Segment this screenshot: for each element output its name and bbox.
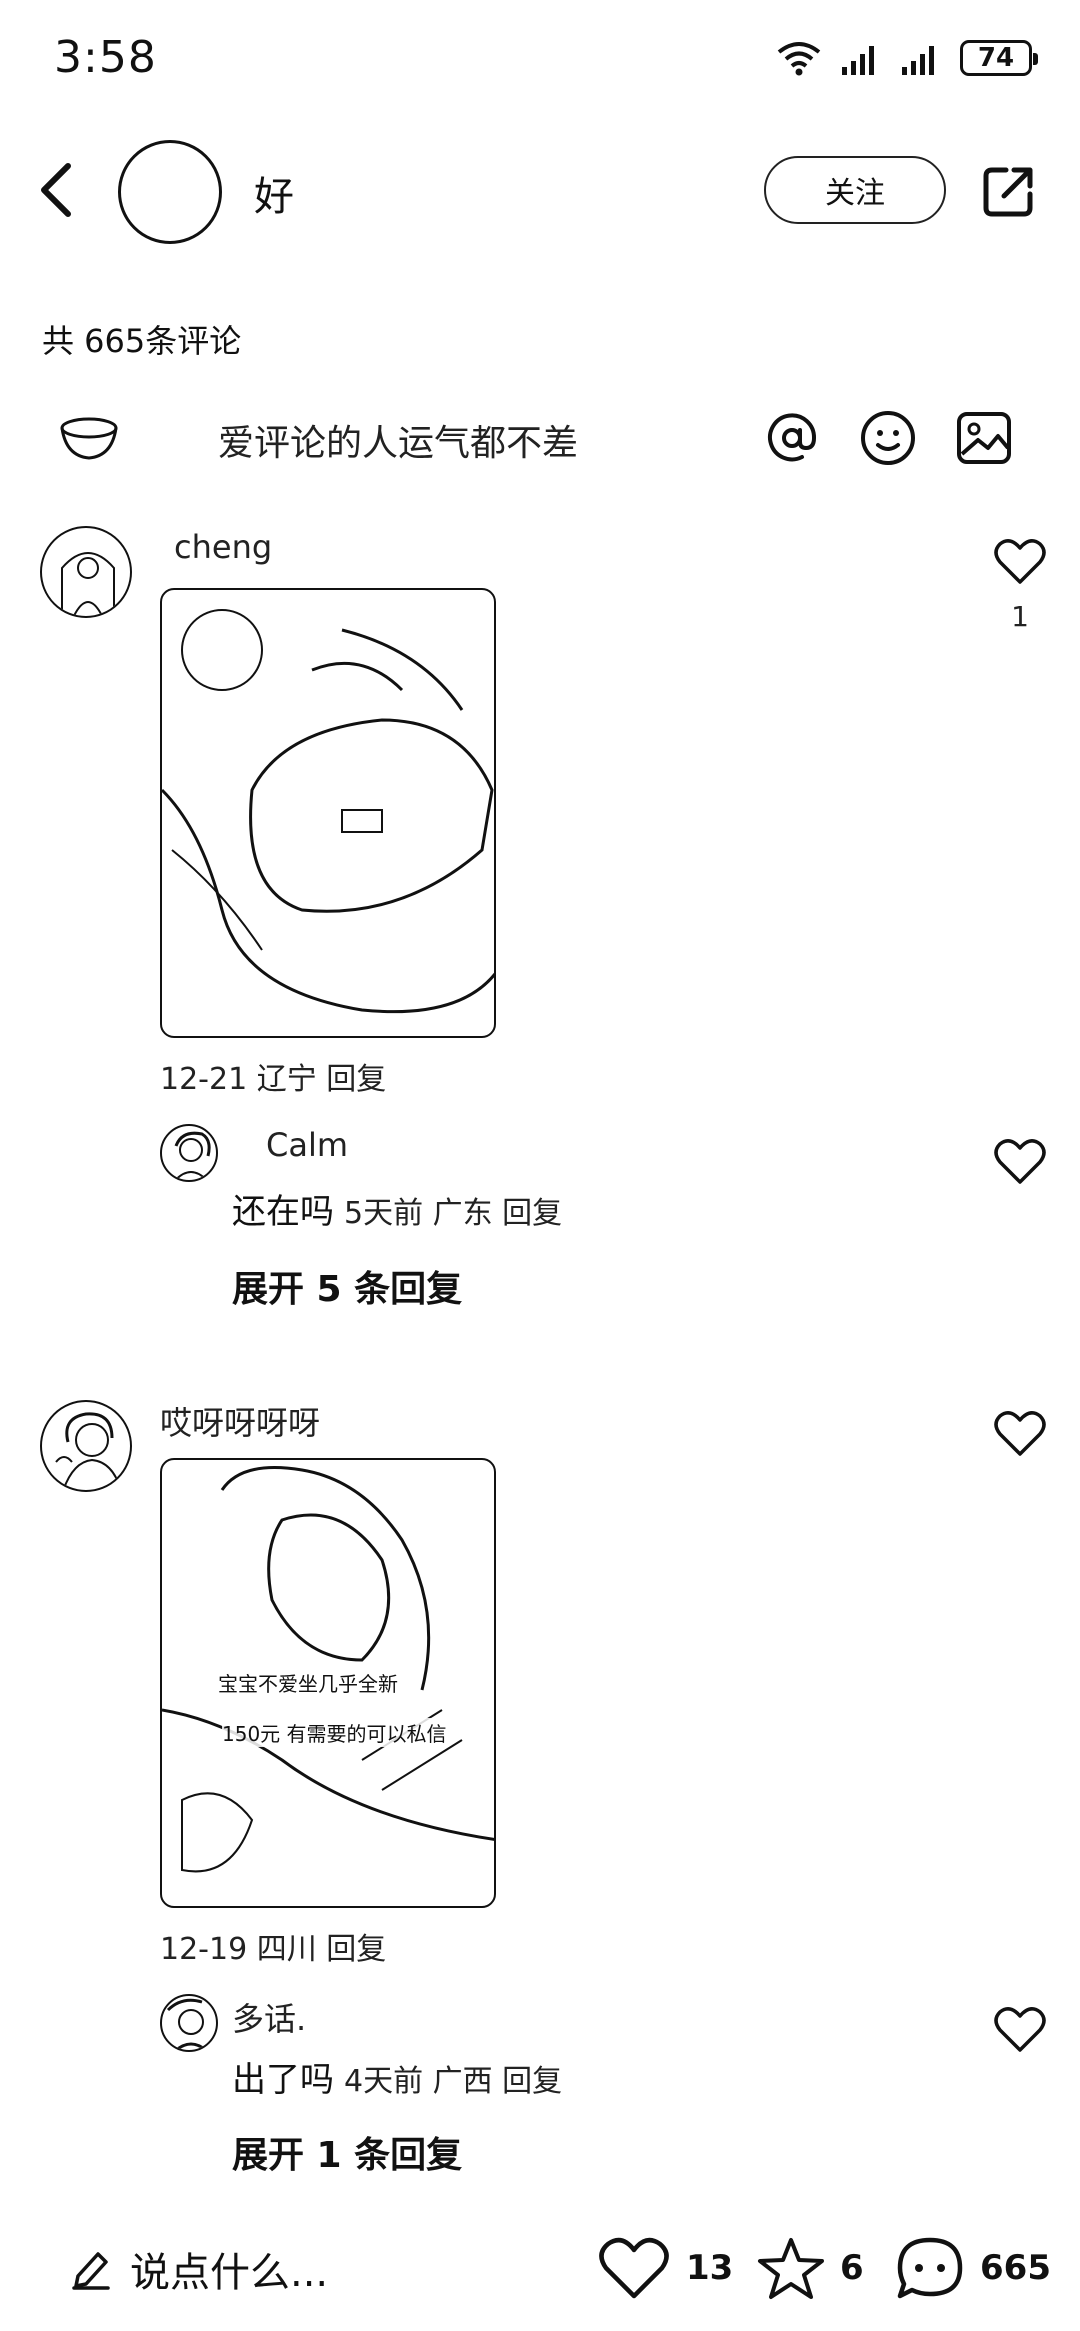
commenter-avatar[interactable] (40, 526, 132, 618)
reply-meta: 5天前 广东 回复 (344, 1196, 563, 1231)
reply-like-heart-icon[interactable] (994, 1138, 1046, 1186)
signal-icon (842, 46, 874, 75)
back-icon[interactable] (36, 160, 76, 220)
reply-like-heart-icon[interactable] (994, 2006, 1046, 2054)
comment-input[interactable]: 爱评论的人运气都不差 (218, 414, 578, 466)
expand-replies-button[interactable]: 展开 5 条回复 (232, 1260, 462, 1312)
like-count: 1 (1011, 600, 1029, 633)
avatar-image (166, 1998, 208, 2050)
status-time: 3:58 (54, 32, 157, 83)
reply-avatar[interactable] (160, 1124, 218, 1182)
comment-total: 共 665条评论 (42, 322, 242, 360)
reply-username[interactable]: Calm (266, 1126, 348, 1164)
avatar-image (174, 1131, 211, 1180)
say-something-input[interactable]: 说点什么... (130, 2240, 328, 2298)
mention-icon[interactable] (762, 408, 822, 468)
author-avatar[interactable] (118, 140, 222, 244)
battery-indicator: 74 (960, 40, 1038, 76)
reply-body[interactable]: 还在吗 5天前 广东 回复 (232, 1184, 562, 1233)
star-icon[interactable] (756, 2236, 826, 2300)
star-total: 6 (840, 2248, 864, 2288)
image-caption: 150元 有需要的可以私信 (222, 1718, 447, 1747)
author-name[interactable]: 好 (254, 164, 294, 222)
reply-text: 还在吗 (232, 1192, 334, 1232)
wifi-icon (777, 42, 821, 76)
commenter-username[interactable]: cheng (174, 528, 272, 566)
comment-meta[interactable]: 12-21 辽宁 回复 (160, 1054, 386, 1098)
stroller-photo (162, 609, 494, 1014)
like-heart-icon[interactable] (994, 1410, 1046, 1458)
expand-replies-button[interactable]: 展开 1 条回复 (232, 2126, 462, 2178)
commenter-username[interactable]: 哎呀呀呀呀 (160, 1398, 320, 1444)
commenter-avatar[interactable] (40, 1400, 132, 1492)
comment-meta[interactable]: 12-19 四川 回复 (160, 1924, 386, 1968)
reply-meta: 4天前 广西 回复 (344, 2064, 563, 2099)
bowl-icon[interactable] (58, 412, 120, 464)
image-icon[interactable] (954, 408, 1014, 468)
image-caption: 宝宝不爱坐几乎全新 (218, 1668, 398, 1697)
status-icons: 74 (776, 40, 1038, 76)
pen-icon[interactable] (70, 2246, 112, 2290)
comment-image[interactable]: 宝宝不爱坐几乎全新 150元 有需要的可以私信 (160, 1458, 496, 1908)
like-heart-icon[interactable] (598, 2236, 670, 2300)
emoji-icon[interactable] (858, 408, 918, 468)
like-heart-icon[interactable] (994, 538, 1046, 586)
reply-text: 出了吗 (232, 2060, 334, 2100)
like-total: 13 (686, 2248, 734, 2288)
comment-total-bottom: 665 (980, 2248, 1051, 2288)
comment-bubble-icon[interactable] (894, 2236, 966, 2300)
follow-button[interactable]: 关注 (764, 156, 946, 224)
reply-avatar[interactable] (160, 1994, 218, 2052)
share-icon[interactable] (980, 164, 1036, 220)
reply-username[interactable]: 多话. (232, 1994, 306, 2040)
reply-body[interactable]: 出了吗 4天前 广西 回复 (232, 2052, 562, 2101)
avatar-image (61, 552, 115, 616)
avatar-image (55, 1412, 122, 1490)
comment-image[interactable] (160, 588, 496, 1038)
signal-icon-2 (902, 46, 934, 75)
